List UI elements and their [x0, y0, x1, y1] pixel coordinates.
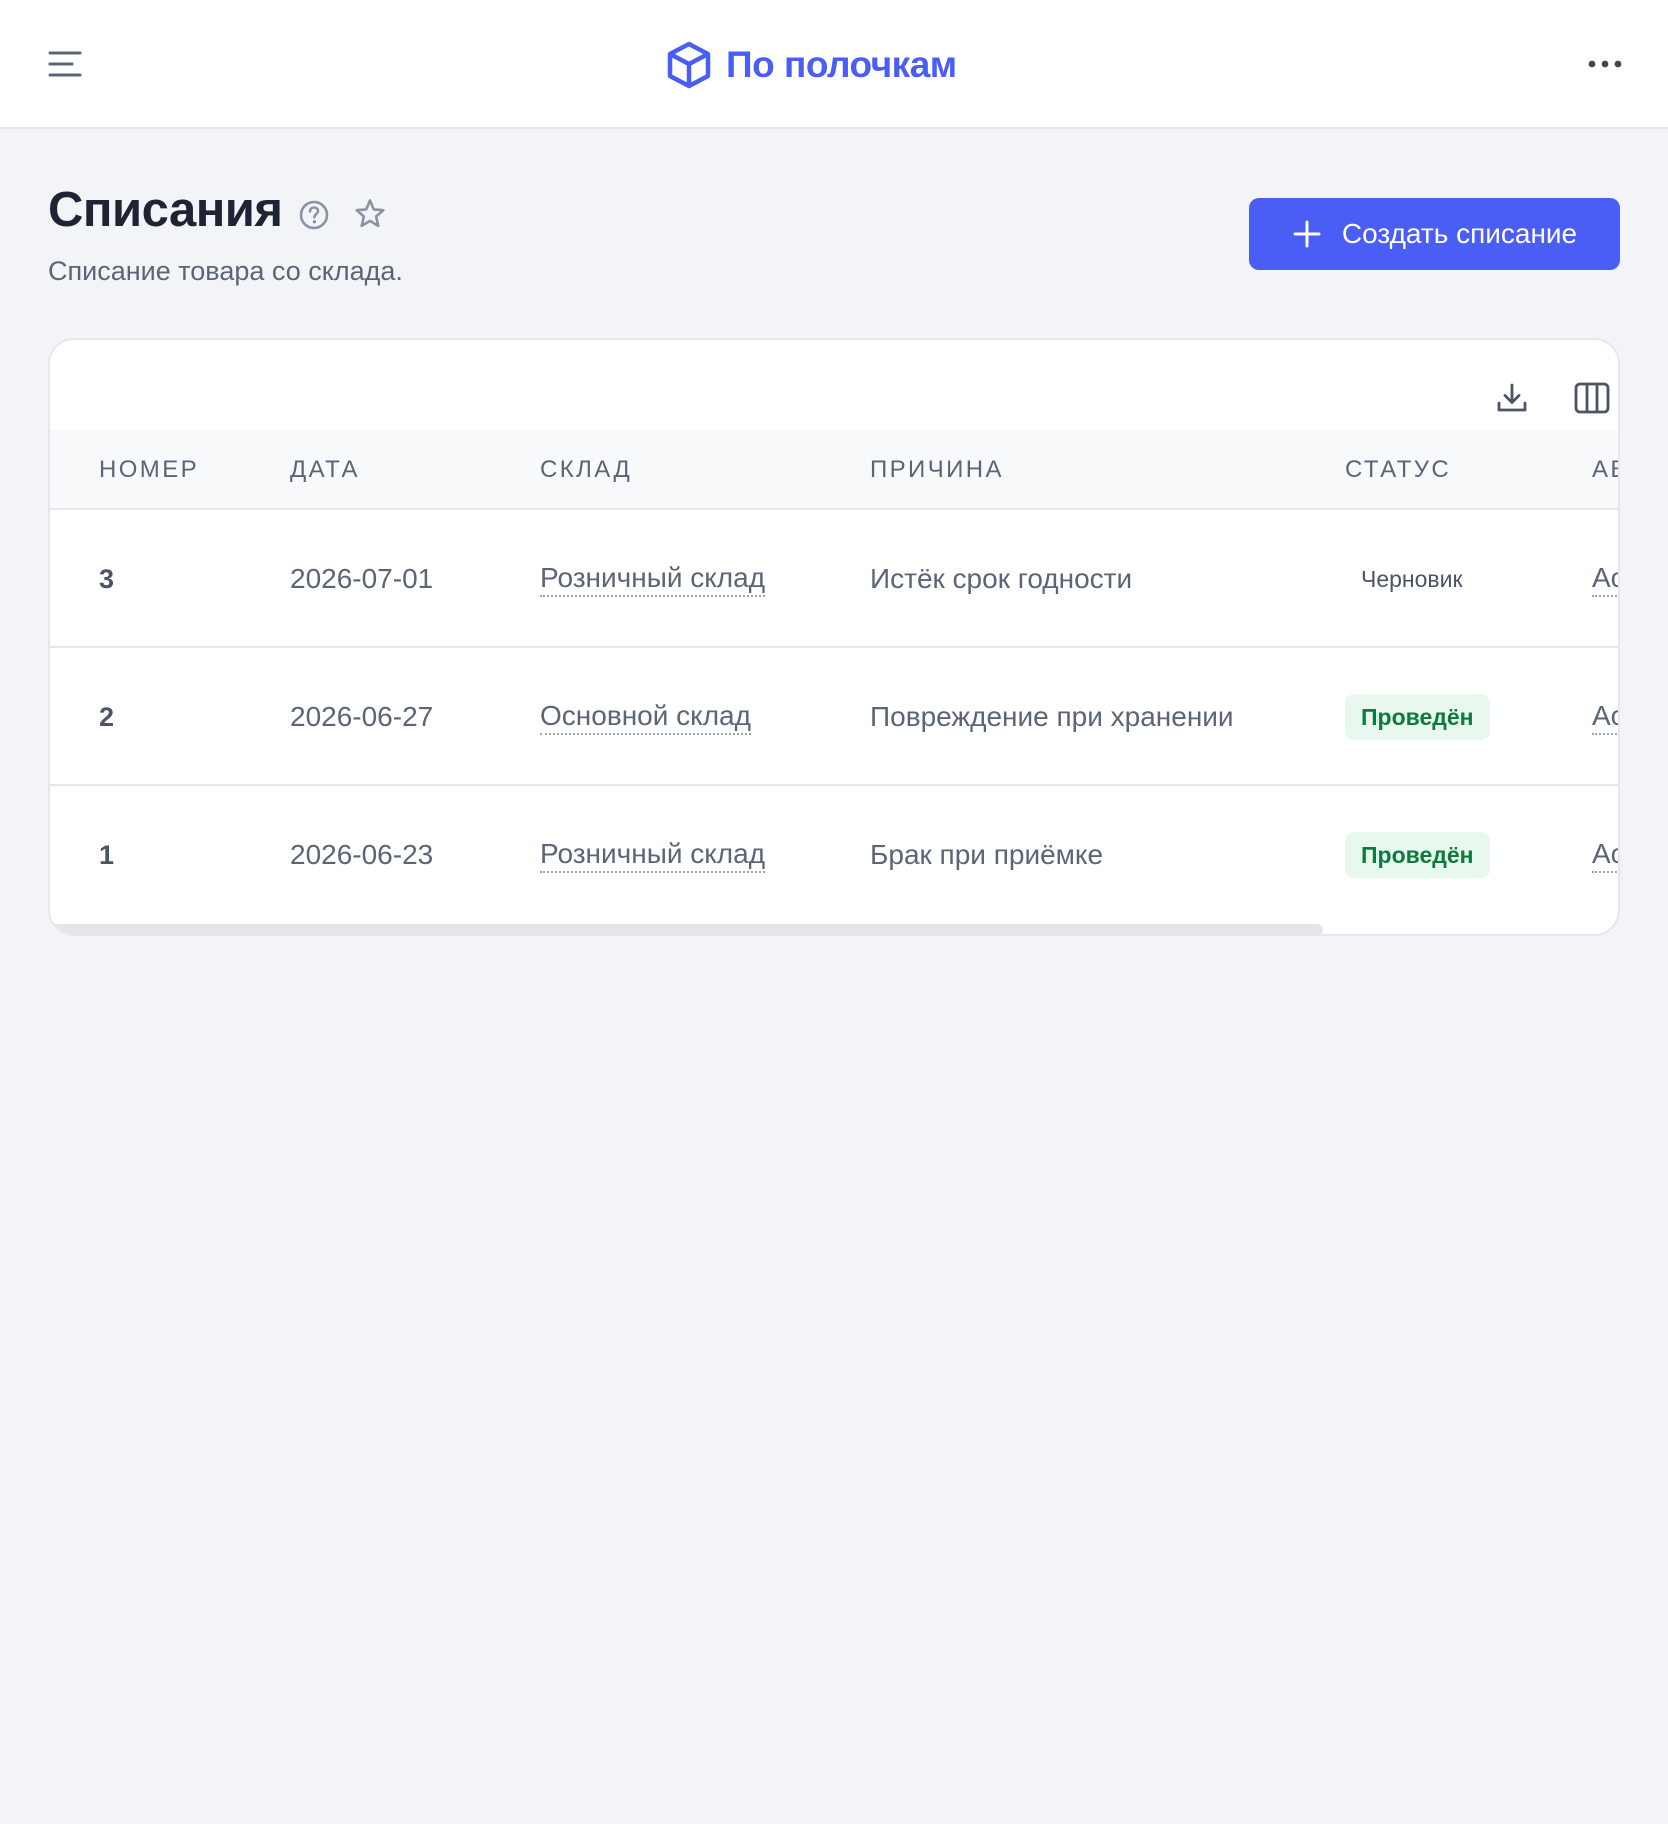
export-button[interactable]: [1488, 374, 1536, 422]
column-header-date[interactable]: ДАТА: [290, 430, 360, 510]
menu-button[interactable]: [40, 40, 90, 88]
cell-reason: Повреждение при хранении: [870, 701, 1234, 732]
top-bar: По полочкам: [0, 0, 1668, 129]
plus-icon: [1293, 220, 1321, 248]
write-offs-table-card: НОМЕР ДАТА СКЛАД ПРИЧИНА СТАТУС АВ 3 202…: [48, 338, 1620, 936]
author-link[interactable]: Ас: [1592, 561, 1618, 597]
hamburger-menu-icon: [48, 51, 82, 77]
cell-status: Проведён: [1345, 648, 1490, 786]
cell-reason: Истёк срок годности: [870, 563, 1133, 594]
horizontal-scrollbar[interactable]: [50, 924, 1618, 934]
status-badge: Проведён: [1345, 832, 1490, 878]
cell-reason: Брак при приёмке: [870, 839, 1104, 870]
column-header-author[interactable]: АВ: [1592, 430, 1618, 510]
scrollbar-thumb[interactable]: [50, 924, 1323, 934]
cell-warehouse: Розничный склад: [540, 510, 766, 648]
warehouse-link[interactable]: Основной склад: [540, 699, 751, 735]
cell-warehouse: Розничный склад: [540, 786, 766, 924]
cell-status: Проведён: [1345, 786, 1490, 924]
cell-author: Ас: [1592, 786, 1618, 924]
cell-warehouse: Основной склад: [540, 648, 751, 786]
cell-status: Черновик: [1345, 510, 1479, 648]
author-link[interactable]: Ас: [1592, 837, 1618, 873]
create-write-off-label: Создать списание: [1341, 218, 1578, 249]
column-header-reason[interactable]: ПРИЧИНА: [870, 430, 1004, 510]
cell-number: 2: [99, 701, 115, 732]
status-badge: Черновик: [1361, 565, 1463, 592]
table-row[interactable]: 3 2026-07-01 Розничный склад Истёк срок …: [50, 510, 1618, 648]
table-row[interactable]: 1 2026-06-23 Розничный склад Брак при пр…: [50, 786, 1618, 924]
brand-title: По полочкам: [726, 44, 957, 85]
warehouse-link[interactable]: Розничный склад: [540, 837, 766, 873]
table-header: НОМЕР ДАТА СКЛАД ПРИЧИНА СТАТУС АВ: [50, 430, 1618, 510]
column-header-warehouse[interactable]: СКЛАД: [540, 430, 632, 510]
cell-author: Ас: [1592, 648, 1618, 786]
brand-logo[interactable]: По полочкам: [664, 36, 957, 94]
warehouse-link[interactable]: Розничный склад: [540, 561, 766, 597]
more-horizontal-icon: [1588, 60, 1622, 68]
author-link[interactable]: Ас: [1592, 699, 1618, 735]
column-header-status[interactable]: СТАТУС: [1345, 430, 1451, 510]
cell-number: 1: [99, 839, 115, 870]
cell-date: 2026-07-01: [290, 563, 434, 594]
cell-author: Ас: [1592, 510, 1618, 648]
cell-number: 3: [99, 563, 115, 594]
page-title: Списания: [48, 183, 283, 237]
page-subtitle: Списание товара со склада.: [48, 256, 403, 286]
cell-date: 2026-06-27: [290, 701, 434, 732]
favorite-star-icon[interactable]: [353, 197, 387, 231]
help-icon[interactable]: [298, 199, 330, 231]
download-icon: [1497, 383, 1527, 412]
more-options-button[interactable]: [1580, 40, 1630, 88]
status-badge: Проведён: [1345, 694, 1490, 740]
table-row[interactable]: 2 2026-06-27 Основной склад Повреждение …: [50, 648, 1618, 786]
column-header-number[interactable]: НОМЕР: [99, 430, 199, 510]
cell-date: 2026-06-23: [290, 839, 434, 870]
create-write-off-button[interactable]: Создать списание: [1249, 198, 1620, 270]
columns-icon: [1574, 382, 1610, 414]
cube-icon: [667, 41, 711, 89]
columns-settings-button[interactable]: [1568, 374, 1616, 422]
